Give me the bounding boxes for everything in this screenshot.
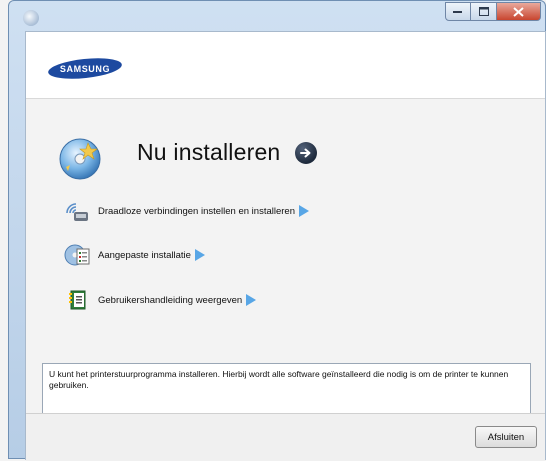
minimize-icon	[453, 10, 462, 13]
close-installer-button[interactable]: Afsluiten	[475, 426, 537, 448]
samsung-logo: SAMSUNG	[48, 58, 122, 79]
close-button[interactable]	[497, 2, 541, 21]
arrow-right-icon	[300, 148, 311, 158]
start-install-button[interactable]	[295, 142, 317, 164]
title-bar[interactable]	[9, 1, 545, 35]
arrow-right-icon	[299, 205, 309, 217]
option-user-manual[interactable]: Gebruikershandleiding weergeven	[64, 287, 257, 313]
option-label: Aangepaste installatie	[98, 249, 191, 261]
close-icon	[513, 6, 524, 17]
user-manual-icon	[69, 290, 86, 310]
maximize-button[interactable]	[471, 2, 497, 21]
app-icon	[23, 10, 39, 26]
option-custom-install[interactable]: Aangepaste installatie	[64, 242, 205, 268]
header: SAMSUNG	[26, 32, 545, 99]
option-label: Gebruikershandleiding weergeven	[98, 294, 243, 306]
page-title: Nu installeren	[137, 139, 281, 165]
footer: Afsluiten	[26, 413, 545, 461]
maximize-icon	[478, 7, 489, 16]
option-wireless-setup[interactable]: Draadloze verbindingen instellen en inst…	[64, 198, 309, 224]
custom-install-icon	[64, 244, 90, 266]
minimize-button[interactable]	[445, 2, 471, 21]
option-label: Draadloze verbindingen instellen en inst…	[98, 205, 295, 217]
arrow-right-icon	[246, 294, 257, 306]
install-disc-icon	[59, 138, 101, 180]
wireless-icon	[66, 203, 88, 221]
window-controls	[445, 2, 541, 21]
main-panel: Nu installeren Draadloze verbindingen in…	[26, 99, 545, 461]
window-frame: SAMSUNG Nu installeren Draadloze verbind…	[8, 0, 546, 461]
logo-text: SAMSUNG	[60, 64, 110, 74]
arrow-right-icon	[194, 249, 205, 261]
installer-window: SAMSUNG Nu installeren Draadloze verbind…	[25, 31, 546, 461]
